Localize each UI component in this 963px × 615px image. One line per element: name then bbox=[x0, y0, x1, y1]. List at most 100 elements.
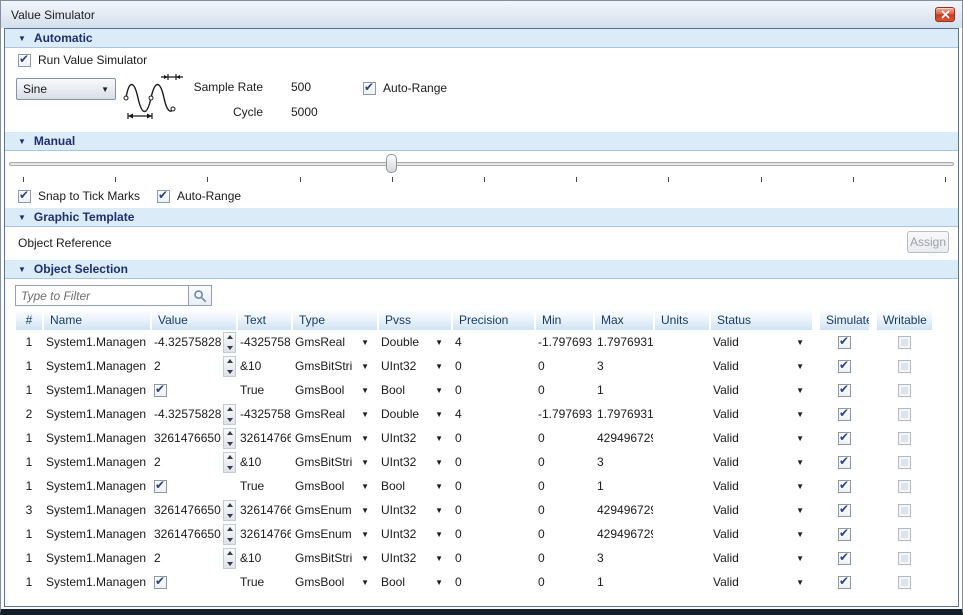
cell-status[interactable]: Valid▼ bbox=[711, 551, 812, 565]
spinner-down-icon[interactable] bbox=[224, 414, 235, 424]
cell-status[interactable]: Valid▼ bbox=[711, 407, 812, 421]
table-row[interactable]: 1System1.Managen-4.32575828-432575828Gms… bbox=[5, 330, 958, 354]
cell-pvss[interactable]: UInt32▼ bbox=[379, 503, 451, 517]
spinner-down-icon[interactable] bbox=[224, 510, 235, 520]
col-header-text[interactable]: Text bbox=[238, 309, 291, 330]
snap-to-ticks-checkbox[interactable]: Snap to Tick Marks bbox=[18, 189, 157, 203]
manual-slider[interactable] bbox=[5, 153, 958, 174]
table-row[interactable]: 1System1.Managen2&10GmsBitStri▼UInt32▼00… bbox=[5, 450, 958, 474]
spinner-up-icon[interactable] bbox=[224, 333, 235, 343]
value-spinner[interactable] bbox=[223, 500, 236, 521]
writable-checkbox[interactable] bbox=[898, 480, 911, 493]
auto-range-checkbox-manual[interactable]: Auto-Range bbox=[157, 189, 241, 203]
writable-checkbox[interactable] bbox=[898, 384, 911, 397]
simulate-checkbox[interactable] bbox=[838, 480, 851, 493]
spinner-down-icon[interactable] bbox=[224, 342, 235, 352]
table-row[interactable]: 3System1.Managen32614766503261476650GmsE… bbox=[5, 498, 958, 522]
col-header-name[interactable]: Name bbox=[44, 309, 150, 330]
run-value-simulator-checkbox[interactable]: Run Value Simulator bbox=[18, 53, 147, 67]
col-header-type[interactable]: Type bbox=[293, 309, 377, 330]
section-automatic-header[interactable]: ▼ Automatic bbox=[5, 29, 958, 48]
writable-checkbox[interactable] bbox=[898, 576, 911, 589]
table-row[interactable]: 1System1.Managen2&10GmsBitStri▼UInt32▼00… bbox=[5, 354, 958, 378]
col-header-max[interactable]: Max bbox=[595, 309, 653, 330]
col-header-simulate[interactable]: Simulate bbox=[820, 309, 869, 330]
cell-status[interactable]: Valid▼ bbox=[711, 455, 812, 469]
waveform-select[interactable]: Sine ▼ bbox=[16, 78, 116, 100]
cell-pvss[interactable]: Bool▼ bbox=[379, 575, 451, 589]
cell-pvss[interactable]: UInt32▼ bbox=[379, 359, 451, 373]
value-spinner[interactable] bbox=[223, 428, 236, 449]
spinner-up-icon[interactable] bbox=[224, 453, 235, 463]
simulate-checkbox[interactable] bbox=[838, 504, 851, 517]
value-checkbox[interactable] bbox=[154, 384, 167, 397]
cell-status[interactable]: Valid▼ bbox=[711, 479, 812, 493]
assign-button[interactable]: Assign bbox=[907, 231, 949, 253]
writable-checkbox[interactable] bbox=[898, 360, 911, 373]
section-object-selection-header[interactable]: ▼ Object Selection bbox=[5, 260, 958, 279]
close-button[interactable] bbox=[935, 7, 955, 22]
spinner-down-icon[interactable] bbox=[224, 462, 235, 472]
writable-checkbox[interactable] bbox=[898, 552, 911, 565]
cell-type[interactable]: GmsReal▼ bbox=[293, 335, 377, 349]
simulate-checkbox[interactable] bbox=[838, 360, 851, 373]
cell-pvss[interactable]: UInt32▼ bbox=[379, 527, 451, 541]
col-header-units[interactable]: Units bbox=[655, 309, 709, 330]
simulate-checkbox[interactable] bbox=[838, 384, 851, 397]
cell-type[interactable]: GmsBitStri▼ bbox=[293, 359, 377, 373]
value-spinner[interactable] bbox=[223, 332, 236, 353]
cell-type[interactable]: GmsBool▼ bbox=[293, 479, 377, 493]
simulate-checkbox[interactable] bbox=[838, 576, 851, 589]
cell-type[interactable]: GmsEnum▼ bbox=[293, 503, 377, 517]
cell-pvss[interactable]: Double▼ bbox=[379, 335, 451, 349]
table-row[interactable]: 1System1.Managen32614766503261476650GmsE… bbox=[5, 426, 958, 450]
table-row[interactable]: 1System1.ManagenTrueGmsBool▼Bool▼001Vali… bbox=[5, 474, 958, 498]
spinner-down-icon[interactable] bbox=[224, 534, 235, 544]
cell-status[interactable]: Valid▼ bbox=[711, 431, 812, 445]
col-header-min[interactable]: Min bbox=[536, 309, 593, 330]
cell-type[interactable]: GmsBool▼ bbox=[293, 575, 377, 589]
cell-type[interactable]: GmsEnum▼ bbox=[293, 431, 377, 445]
value-checkbox[interactable] bbox=[154, 480, 167, 493]
simulate-checkbox[interactable] bbox=[838, 552, 851, 565]
spinner-down-icon[interactable] bbox=[224, 558, 235, 568]
col-header-value[interactable]: Value bbox=[152, 309, 236, 330]
value-spinner[interactable] bbox=[223, 452, 236, 473]
table-row[interactable]: 1System1.ManagenTrueGmsBool▼Bool▼001Vali… bbox=[5, 378, 958, 402]
search-button[interactable] bbox=[188, 285, 212, 306]
writable-checkbox[interactable] bbox=[898, 432, 911, 445]
cell-status[interactable]: Valid▼ bbox=[711, 527, 812, 541]
value-spinner[interactable] bbox=[223, 404, 236, 425]
section-manual-header[interactable]: ▼ Manual bbox=[5, 132, 958, 151]
simulate-checkbox[interactable] bbox=[838, 528, 851, 541]
section-graphic-template-header[interactable]: ▼ Graphic Template bbox=[5, 208, 958, 227]
cell-pvss[interactable]: UInt32▼ bbox=[379, 455, 451, 469]
cell-pvss[interactable]: Double▼ bbox=[379, 407, 451, 421]
simulate-checkbox[interactable] bbox=[838, 432, 851, 445]
spinner-up-icon[interactable] bbox=[224, 549, 235, 559]
cell-pvss[interactable]: Bool▼ bbox=[379, 383, 451, 397]
cell-status[interactable]: Valid▼ bbox=[711, 335, 812, 349]
spinner-down-icon[interactable] bbox=[224, 438, 235, 448]
spinner-up-icon[interactable] bbox=[224, 357, 235, 367]
col-header-pvss[interactable]: Pvss bbox=[379, 309, 451, 330]
cell-type[interactable]: GmsBitStri▼ bbox=[293, 455, 377, 469]
cell-pvss[interactable]: Bool▼ bbox=[379, 479, 451, 493]
simulate-checkbox[interactable] bbox=[838, 456, 851, 469]
col-header-status[interactable]: Status bbox=[711, 309, 812, 330]
cell-type[interactable]: GmsEnum▼ bbox=[293, 527, 377, 541]
col-header-precision[interactable]: Precision bbox=[453, 309, 534, 330]
writable-checkbox[interactable] bbox=[898, 504, 911, 517]
cell-type[interactable]: GmsReal▼ bbox=[293, 407, 377, 421]
spinner-up-icon[interactable] bbox=[224, 501, 235, 511]
value-spinner[interactable] bbox=[223, 548, 236, 569]
cell-pvss[interactable]: UInt32▼ bbox=[379, 551, 451, 565]
cell-status[interactable]: Valid▼ bbox=[711, 575, 812, 589]
cell-pvss[interactable]: UInt32▼ bbox=[379, 431, 451, 445]
filter-input[interactable] bbox=[15, 285, 188, 306]
writable-checkbox[interactable] bbox=[898, 456, 911, 469]
cell-status[interactable]: Valid▼ bbox=[711, 359, 812, 373]
simulate-checkbox[interactable] bbox=[838, 408, 851, 421]
value-checkbox[interactable] bbox=[154, 576, 167, 589]
slider-thumb[interactable] bbox=[386, 154, 397, 173]
